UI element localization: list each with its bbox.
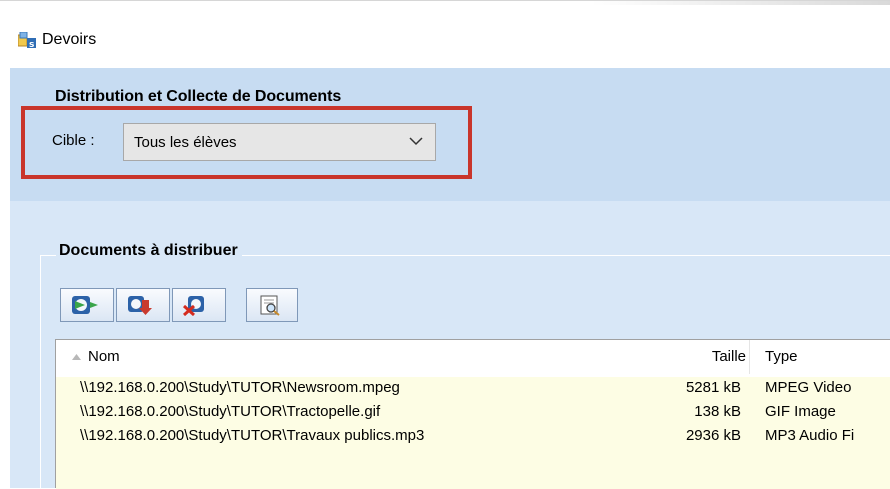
file-type: GIF Image: [765, 403, 836, 420]
sort-ascending-icon: [72, 354, 81, 360]
documents-list[interactable]: Nom Taille Type \\192.168.0.200\Study\TU…: [55, 339, 890, 489]
highlight-annotation: [21, 106, 472, 179]
add-document-button[interactable]: [60, 288, 114, 322]
preview-document-button[interactable]: [246, 288, 298, 322]
column-header-name[interactable]: Nom: [88, 348, 120, 365]
move-document-icon: [128, 296, 152, 315]
svg-text:s: s: [29, 40, 34, 48]
list-item[interactable]: \\192.168.0.200\Study\TUTOR\Tractopelle.…: [56, 401, 890, 425]
file-name: \\192.168.0.200\Study\TUTOR\Tractopelle.…: [80, 403, 381, 420]
add-document-icon: [72, 296, 98, 314]
list-item[interactable]: \\192.168.0.200\Study\TUTOR\Travaux publ…: [56, 425, 890, 449]
file-size: 5281 kB: [685, 379, 741, 396]
list-item[interactable]: \\192.168.0.200\Study\TUTOR\Newsroom.mpe…: [56, 377, 890, 401]
section-title: Distribution et Collecte de Documents: [55, 88, 342, 105]
column-header-size[interactable]: Taille: [712, 348, 746, 365]
documents-group-title: Documents à distribuer: [56, 242, 242, 260]
window-edge-shadow: [590, 1, 890, 5]
file-size: 138 kB: [694, 403, 741, 420]
column-header-type[interactable]: Type: [765, 348, 798, 365]
move-document-button[interactable]: [116, 288, 170, 322]
remove-document-icon: [182, 296, 204, 316]
file-type: MP3 Audio Fi: [765, 427, 855, 444]
list-rows: \\192.168.0.200\Study\TUTOR\Newsroom.mpe…: [56, 377, 890, 489]
file-name: \\192.168.0.200\Study\TUTOR\Newsroom.mpe…: [80, 379, 400, 396]
column-divider[interactable]: [749, 340, 750, 374]
file-type: MPEG Video: [765, 379, 852, 396]
app-icon: s: [18, 32, 36, 48]
file-name: \\192.168.0.200\Study\TUTOR\Travaux publ…: [80, 427, 425, 444]
title-bar: s Devoirs: [0, 0, 890, 68]
list-column-header: Nom Taille Type: [56, 340, 890, 374]
file-size: 2936 kB: [685, 427, 741, 444]
preview-document-icon: [260, 295, 280, 316]
remove-document-button[interactable]: [172, 288, 226, 322]
window-title: Devoirs: [42, 31, 97, 48]
